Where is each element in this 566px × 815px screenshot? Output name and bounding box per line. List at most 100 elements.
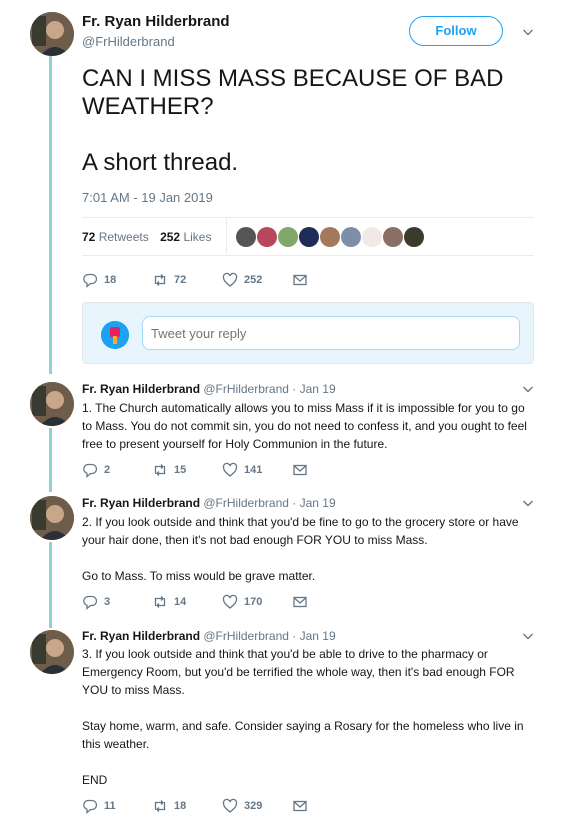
retweet-button[interactable]: 14 xyxy=(152,594,222,610)
avatar[interactable] xyxy=(30,496,74,540)
retweet-button[interactable]: 15 xyxy=(152,462,222,478)
chevron-down-icon[interactable] xyxy=(522,497,534,509)
author-name[interactable]: Fr. Ryan Hilderbrand xyxy=(82,13,230,30)
reply-input[interactable] xyxy=(142,316,520,350)
author-handle[interactable]: @FrHilderbrand xyxy=(203,382,289,396)
tweet-text-paragraph: END xyxy=(82,773,108,787)
tweet-text-paragraph: 3. If you look outside and think that yo… xyxy=(82,647,515,697)
liker-avatar[interactable] xyxy=(257,227,277,247)
reply-count: 2 xyxy=(104,464,111,476)
retweet-button[interactable]: 72 xyxy=(152,272,222,288)
liker-avatar[interactable] xyxy=(362,227,382,247)
reply-button[interactable]: 18 xyxy=(82,272,152,288)
envelope-icon xyxy=(293,274,307,286)
like-count: 141 xyxy=(244,464,263,476)
author-handle[interactable]: @FrHilderbrand xyxy=(82,34,175,49)
reply-icon xyxy=(83,799,98,814)
chevron-down-icon[interactable] xyxy=(522,26,534,38)
envelope-icon xyxy=(293,596,307,608)
thread-line xyxy=(49,56,52,374)
retweet-icon xyxy=(154,800,166,812)
author-name[interactable]: Fr. Ryan Hilderbrand xyxy=(82,382,200,396)
envelope-icon xyxy=(293,464,307,476)
tweet-text-paragraph: Go to Mass. To miss would be grave matte… xyxy=(82,569,316,583)
chevron-down-icon[interactable] xyxy=(522,630,534,642)
tweet-actions: 11 18 329 xyxy=(82,798,362,814)
author-name[interactable]: Fr. Ryan Hilderbrand xyxy=(82,629,200,643)
reply-composer xyxy=(82,302,534,364)
tweet-actions: 18 72 252 xyxy=(82,272,362,288)
thread-line xyxy=(49,542,52,628)
liker-avatar[interactable] xyxy=(236,227,256,247)
retweet-icon xyxy=(154,464,166,476)
tweet-actions: 2 15 141 xyxy=(82,462,362,478)
tweet-text: 1. The Church automatically allows you t… xyxy=(82,399,537,453)
direct-message-button[interactable] xyxy=(292,462,362,478)
author-handle[interactable]: @FrHilderbrand xyxy=(203,629,289,643)
reply-header: Fr. Ryan Hilderbrand @FrHilderbrand · Ja… xyxy=(82,382,336,396)
direct-message-button[interactable] xyxy=(292,594,362,610)
liker-avatar[interactable] xyxy=(383,227,403,247)
reply-count: 3 xyxy=(104,596,111,608)
retweet-icon xyxy=(154,274,166,286)
heart-icon xyxy=(222,462,238,477)
reply-icon xyxy=(83,463,98,478)
heart-icon xyxy=(222,594,238,609)
reply-icon xyxy=(83,273,98,288)
avatar[interactable] xyxy=(30,382,74,426)
reply-button[interactable]: 3 xyxy=(82,594,152,610)
liker-avatar[interactable] xyxy=(404,227,424,247)
reply-button[interactable]: 2 xyxy=(82,462,152,478)
tweet-date[interactable]: · Jan 19 xyxy=(292,382,335,396)
liker-avatar[interactable] xyxy=(341,227,361,247)
tweet-text-paragraph: Stay home, warm, and safe. Consider sayi… xyxy=(82,719,524,751)
like-count: 252 xyxy=(244,274,263,286)
reply-count: 11 xyxy=(104,800,116,812)
retweet-button[interactable]: 18 xyxy=(152,798,222,814)
like-count: 329 xyxy=(244,800,263,812)
follow-button[interactable]: Follow xyxy=(409,16,503,46)
tweet-actions: 3 14 170 xyxy=(82,594,362,610)
avatar[interactable] xyxy=(30,630,74,674)
avatar[interactable] xyxy=(30,12,74,56)
tweet-timestamp[interactable]: 7:01 AM - 19 Jan 2019 xyxy=(82,190,213,205)
reply-count: 18 xyxy=(104,274,117,286)
author-handle[interactable]: @FrHilderbrand xyxy=(203,496,289,510)
reply-icon xyxy=(83,595,98,610)
divider xyxy=(82,255,534,256)
tweet-text-paragraph: 2. If you look outside and think that yo… xyxy=(82,515,519,547)
reply-header: Fr. Ryan Hilderbrand @FrHilderbrand · Ja… xyxy=(82,496,336,510)
like-button[interactable]: 170 xyxy=(222,594,292,610)
retweet-count: 18 xyxy=(174,800,187,812)
envelope-icon xyxy=(293,800,307,812)
direct-message-button[interactable] xyxy=(292,798,362,814)
liker-avatars xyxy=(236,227,425,249)
retweet-count: 15 xyxy=(174,464,187,476)
thread-line xyxy=(49,428,52,492)
like-button[interactable]: 329 xyxy=(222,798,292,814)
liker-avatar[interactable] xyxy=(320,227,340,247)
chevron-down-icon[interactable] xyxy=(522,383,534,395)
heart-icon xyxy=(222,272,238,287)
retweet-count: 72 xyxy=(174,274,187,286)
like-button[interactable]: 141 xyxy=(222,462,292,478)
tweet-text: CAN I MISS MASS BECAUSE OF BAD WEATHER? … xyxy=(82,65,552,177)
liker-avatar[interactable] xyxy=(299,227,319,247)
likes-stat[interactable]: 252 Likes xyxy=(160,230,211,244)
liker-avatar[interactable] xyxy=(278,227,298,247)
direct-message-button[interactable] xyxy=(292,272,362,288)
divider xyxy=(82,217,534,218)
retweet-icon xyxy=(154,596,166,608)
user-avatar[interactable] xyxy=(101,321,129,349)
tweet-text: 3. If you look outside and think that yo… xyxy=(82,645,537,789)
like-button[interactable]: 252 xyxy=(222,272,292,288)
engagement-stats: 72 Retweets 252 Likes xyxy=(82,230,211,244)
tweet-date[interactable]: · Jan 19 xyxy=(292,629,335,643)
tweet-date[interactable]: · Jan 19 xyxy=(292,496,335,510)
divider xyxy=(226,218,227,254)
reply-header: Fr. Ryan Hilderbrand @FrHilderbrand · Ja… xyxy=(82,629,336,643)
author-name[interactable]: Fr. Ryan Hilderbrand xyxy=(82,496,200,510)
retweets-stat[interactable]: 72 Retweets xyxy=(82,230,149,244)
reply-button[interactable]: 11 xyxy=(82,798,152,814)
tweet-text-line: CAN I MISS MASS BECAUSE OF BAD WEATHER? xyxy=(82,65,504,120)
